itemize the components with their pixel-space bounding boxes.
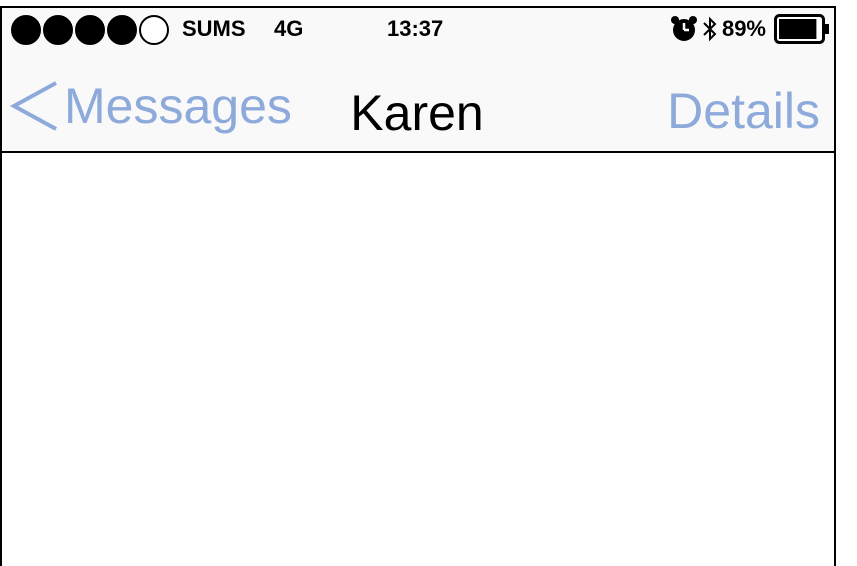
status-bar: SUMS 4G 13:37 89% <box>2 8 834 50</box>
chevron-left-icon <box>8 80 60 132</box>
status-time: 13:37 <box>387 16 444 41</box>
signal-dot <box>75 15 105 45</box>
back-button[interactable]: Messages <box>8 80 292 132</box>
navigation-bar: Messages Karen Details <box>2 50 834 152</box>
contact-name: Karen <box>350 85 484 141</box>
signal-dot <box>11 15 41 45</box>
battery-percent: 89% <box>721 16 766 41</box>
network-type: 4G <box>274 16 304 41</box>
phone-screen: SUMS 4G 13:37 89% Messages Karen Details <box>0 6 836 566</box>
details-button[interactable]: Details <box>667 86 820 136</box>
status-right: 89% <box>670 14 830 44</box>
signal-strength <box>11 15 169 45</box>
signal-dot <box>107 15 137 45</box>
signal-dot <box>139 15 169 45</box>
signal-dot <box>43 15 73 45</box>
battery-icon <box>774 14 830 44</box>
message-thread[interactable] <box>2 153 834 566</box>
bluetooth-icon <box>702 15 718 43</box>
top-bar: SUMS 4G 13:37 89% Messages Karen Details <box>2 8 834 153</box>
battery-fill <box>779 19 817 39</box>
alarm-icon <box>670 15 698 43</box>
carrier-name: SUMS <box>182 16 246 41</box>
back-label: Messages <box>64 78 292 134</box>
